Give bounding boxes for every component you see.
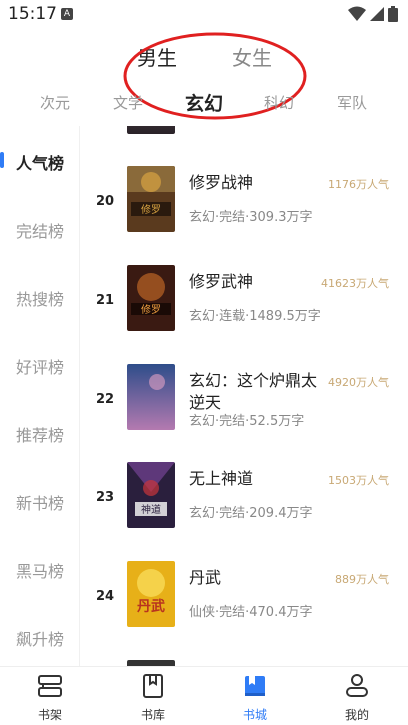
book-popularity: 4920万人气: [328, 376, 389, 389]
profile-icon: [346, 674, 368, 697]
book-title: 无上神道: [189, 469, 254, 488]
bottom-nav: 书架 书库 书城 我的: [0, 666, 408, 725]
sidebar-item-new[interactable]: 新书榜: [0, 490, 80, 514]
status-icons: [348, 6, 398, 22]
ranking-sidebar: 人气榜 完结榜 热搜榜 好评榜 推荐榜 新书榜 黑马榜 飙升榜: [0, 126, 80, 666]
sidebar-item-recommended[interactable]: 推荐榜: [0, 422, 80, 446]
book-rank: 22: [95, 392, 115, 407]
book-title: 修罗武神: [189, 272, 254, 291]
tab-xuanhuan[interactable]: 玄幻: [185, 89, 223, 116]
book-rank: 23: [95, 490, 115, 505]
book-cover[interactable]: 修罗: [127, 166, 175, 232]
bookstore-icon: [245, 676, 265, 696]
sidebar-item-trending[interactable]: 热搜榜: [0, 286, 80, 310]
svg-text:修罗: 修罗: [141, 203, 161, 216]
sidebar-item-rising[interactable]: 飙升榜: [0, 626, 80, 650]
book-popularity: 1503万人气: [328, 474, 389, 487]
book-row[interactable]: 20 修罗 修罗战神 1176万人气 玄幻·完结·309.3万字: [81, 166, 408, 246]
cover-art: 修罗: [127, 265, 175, 331]
sidebar-item-dark-horse[interactable]: 黑马榜: [0, 558, 80, 582]
book-list: 20 修罗 修罗战神 1176万人气 玄幻·完结·309.3万字 21 修罗 修…: [81, 126, 408, 666]
battery-icon: [388, 6, 398, 22]
status-bar: 15:17 A: [0, 0, 408, 30]
book-popularity: 41623万人气: [321, 277, 389, 290]
nav-bookstore[interactable]: 书城: [215, 673, 295, 723]
nav-label: 书城: [242, 708, 267, 722]
cover-art: 丹武: [127, 561, 175, 627]
category-tabs: 次元 文学 玄幻 科幻 军队: [0, 86, 408, 120]
svg-text:修罗: 修罗: [141, 303, 161, 316]
sidebar-item-completed[interactable]: 完结榜: [0, 218, 80, 242]
book-popularity: 889万人气: [335, 573, 389, 586]
book-cover[interactable]: 修罗: [127, 265, 175, 331]
book-cover-partial[interactable]: [127, 126, 175, 134]
book-row[interactable]: 21 修罗 修罗武神 41623万人气 玄幻·连载·1489.5万字: [81, 265, 408, 345]
book-cover[interactable]: 丹武: [127, 561, 175, 627]
sidebar-item-popular[interactable]: 人气榜: [0, 150, 80, 174]
cover-art: 修罗: [127, 166, 175, 232]
bookshelf-icon: [38, 675, 62, 697]
nav-library[interactable]: 书库: [113, 673, 193, 723]
book-rank: 20: [95, 194, 115, 209]
book-meta: 仙侠·完结·470.4万字: [189, 605, 313, 620]
book-row[interactable]: 22 玄幻：这个炉鼎太逆天 4920万人气 玄幻·完结·52.5万字: [81, 364, 408, 444]
book-meta: 玄幻·完结·52.5万字: [189, 414, 305, 429]
book-row[interactable]: 23 神道 无上神道 1503万人气 玄幻·完结·209.4万字: [81, 462, 408, 542]
tab-wenxue[interactable]: 文学: [113, 92, 143, 113]
cover-art: [127, 364, 175, 430]
cover-art: 神道: [127, 462, 175, 528]
library-icon: [143, 674, 163, 698]
svg-text:丹武: 丹武: [137, 598, 165, 615]
nav-bookshelf[interactable]: 书架: [10, 673, 90, 723]
svg-text:神道: 神道: [141, 503, 161, 516]
book-meta: 玄幻·连载·1489.5万字: [189, 309, 321, 324]
notification-icon: A: [61, 8, 73, 20]
nav-label: 我的: [344, 708, 369, 722]
book-title: 丹武: [189, 568, 222, 587]
book-title: 玄幻：这个炉鼎太逆天: [189, 371, 318, 412]
book-rank: 24: [95, 589, 115, 604]
book-cover[interactable]: [127, 364, 175, 430]
book-popularity: 1176万人气: [328, 178, 389, 191]
book-cover[interactable]: 神道: [127, 462, 175, 528]
tab-ciyuan[interactable]: 次元: [40, 92, 70, 113]
sidebar-item-top-rated[interactable]: 好评榜: [0, 354, 80, 378]
status-time: 15:17: [8, 4, 57, 24]
book-meta: 玄幻·完结·309.3万字: [189, 210, 313, 225]
book-row[interactable]: 24 丹武 丹武 889万人气 仙侠·完结·470.4万字: [81, 561, 408, 641]
tab-jundui[interactable]: 军队: [337, 92, 367, 113]
nav-label: 书库: [140, 708, 165, 722]
nav-profile[interactable]: 我的: [317, 673, 397, 723]
nav-label: 书架: [37, 708, 62, 722]
book-rank: 21: [95, 293, 115, 308]
wifi-icon: [348, 6, 366, 21]
book-meta: 玄幻·完结·209.4万字: [189, 506, 313, 521]
signal-icon: [370, 7, 384, 21]
tab-kehuan[interactable]: 科幻: [264, 92, 294, 113]
book-title: 修罗战神: [189, 173, 254, 192]
